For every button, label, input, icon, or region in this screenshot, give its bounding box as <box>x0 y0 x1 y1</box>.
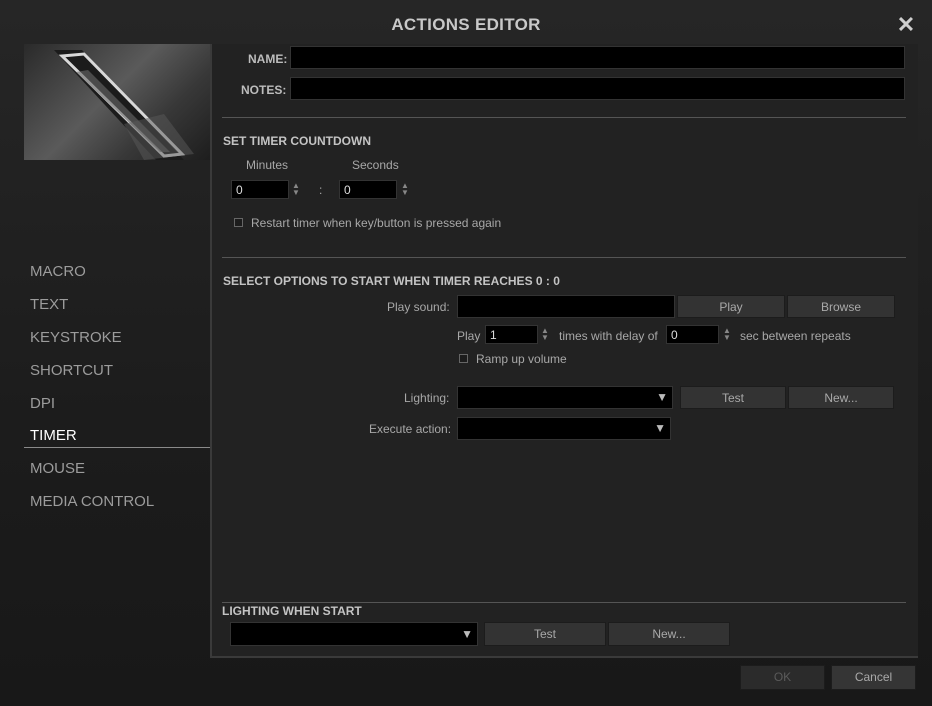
browse-button[interactable]: Browse <box>787 295 895 318</box>
sidebar-item-macro[interactable]: MACRO <box>30 263 86 280</box>
sidebar-item-shortcut[interactable]: SHORTCUT <box>30 362 113 379</box>
lighting-dropdown[interactable]: ▼ <box>457 386 673 409</box>
sec-between-label: sec between repeats <box>740 329 851 343</box>
time-separator: : <box>319 183 323 197</box>
seconds-input[interactable] <box>339 180 397 199</box>
play-sound-input[interactable] <box>457 295 675 318</box>
close-icon[interactable]: ✕ <box>896 14 916 36</box>
lighting-new-button[interactable]: New... <box>788 386 894 409</box>
play-button[interactable]: Play <box>677 295 785 318</box>
dropdown-arrow-icon: ▼ <box>461 627 473 641</box>
divider <box>222 602 906 603</box>
lighting-start-new-button[interactable]: New... <box>608 622 730 646</box>
minutes-input[interactable] <box>231 180 289 199</box>
window-title: ACTIONS EDITOR <box>391 15 541 34</box>
sidebar-item-keystroke[interactable]: KEYSTROKE <box>30 329 122 346</box>
play-times-spinner-icon[interactable]: ▲ ▼ <box>541 327 549 342</box>
play-times-input[interactable] <box>485 325 538 344</box>
sidebar-item-dpi[interactable]: DPI <box>30 395 55 412</box>
cancel-button[interactable]: Cancel <box>831 665 916 690</box>
divider <box>222 257 906 258</box>
minutes-spinner-icon[interactable]: ▲ ▼ <box>292 182 300 197</box>
sidebar-item-text[interactable]: TEXT <box>30 296 68 313</box>
lighting-start-heading: LIGHTING WHEN START <box>222 604 362 618</box>
seconds-label: Seconds <box>352 158 399 172</box>
notes-input[interactable] <box>290 77 905 100</box>
lighting-test-button[interactable]: Test <box>680 386 786 409</box>
minutes-label: Minutes <box>246 158 289 172</box>
sidebar-item-mouse[interactable]: MOUSE <box>30 460 85 477</box>
name-input[interactable] <box>290 46 905 69</box>
play-sound-label: Play sound: <box>387 300 450 314</box>
options-heading: SELECT OPTIONS TO START WHEN TIMER REACH… <box>223 274 560 288</box>
execute-action-dropdown[interactable]: ▼ <box>457 417 671 440</box>
restart-timer-checkbox[interactable] <box>234 218 243 227</box>
times-delay-label: times with delay of <box>559 329 658 343</box>
timer-heading: SET TIMER COUNTDOWN <box>223 134 371 148</box>
ok-button[interactable]: OK <box>740 665 825 690</box>
name-label: NAME: <box>248 52 288 66</box>
seconds-spinner-icon[interactable]: ▲ ▼ <box>401 182 409 197</box>
mouse-image <box>54 50 194 160</box>
dropdown-arrow-icon: ▼ <box>654 421 666 435</box>
ramp-volume-checkbox[interactable] <box>459 354 468 363</box>
execute-action-label: Execute action: <box>369 422 452 436</box>
delay-input[interactable] <box>666 325 719 344</box>
restart-timer-label: Restart timer when key/button is pressed… <box>251 216 502 230</box>
lighting-start-test-button[interactable]: Test <box>484 622 606 646</box>
dropdown-arrow-icon: ▼ <box>656 390 668 404</box>
active-item-underline <box>24 447 210 448</box>
lighting-label: Lighting: <box>404 391 450 405</box>
delay-spinner-icon[interactable]: ▲ ▼ <box>723 327 731 342</box>
ramp-volume-label: Ramp up volume <box>476 352 567 366</box>
sidebar-item-timer[interactable]: TIMER <box>30 427 77 444</box>
sidebar-item-media-control[interactable]: MEDIA CONTROL <box>30 493 154 510</box>
notes-label: NOTES: <box>241 83 287 97</box>
device-thumbnail <box>24 44 210 160</box>
divider <box>222 117 906 118</box>
lighting-start-dropdown[interactable]: ▼ <box>230 622 478 646</box>
play-label: Play <box>457 329 481 343</box>
